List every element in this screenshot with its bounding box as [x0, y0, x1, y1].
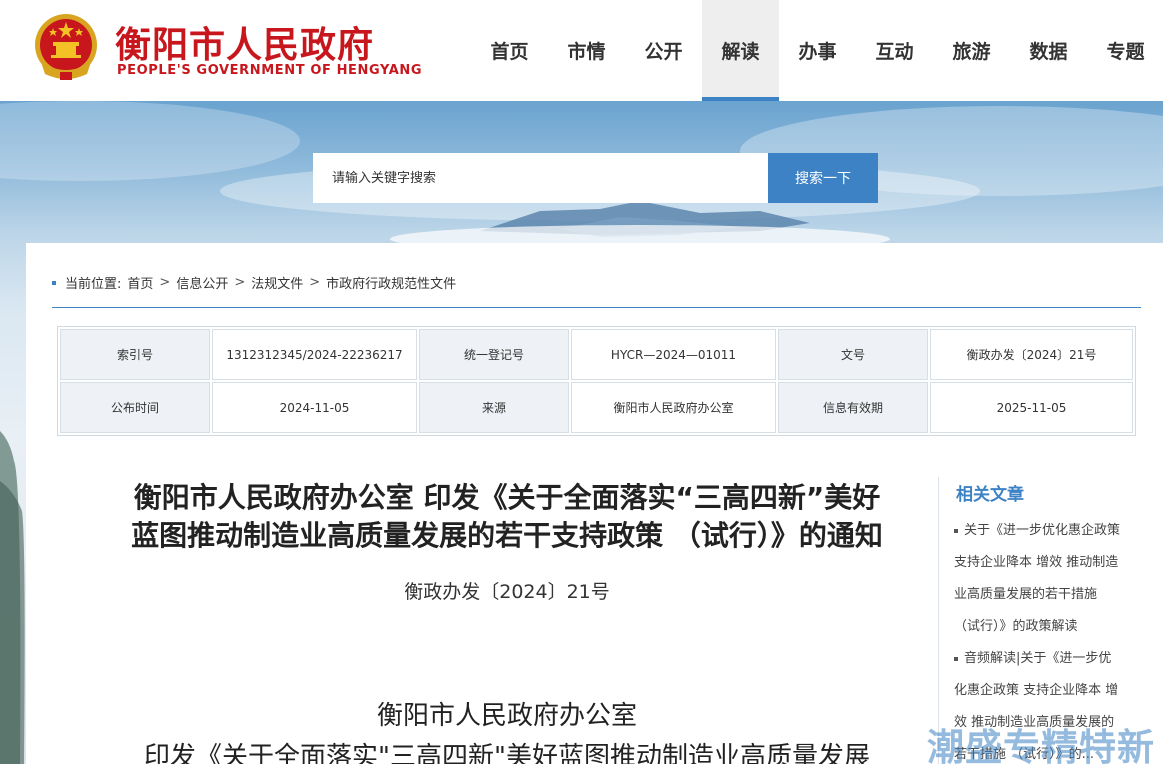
document-meta-table: 索引号 1312312345/2024-22236217 统一登记号 HYCR—…	[57, 326, 1136, 436]
nav-city-info[interactable]: 市情	[548, 0, 625, 101]
site-title: 衡阳市人民政府	[115, 25, 375, 66]
site-subtitle: PEOPLE'S GOVERNMENT OF HENGYANG	[117, 63, 423, 78]
nav-interaction[interactable]: 互动	[856, 0, 933, 101]
breadcrumb-link-info-public[interactable]: 信息公开	[176, 273, 228, 292]
table-row: 索引号 1312312345/2024-22236217 统一登记号 HYCR—…	[60, 329, 1133, 380]
meta-value-validity: 2025-11-05	[930, 382, 1133, 433]
watermark-text: 潮盛专精特新	[927, 726, 1155, 764]
meta-value-publish-date: 2024-11-05	[212, 382, 417, 433]
nav-public[interactable]: 公开	[625, 0, 702, 101]
related-article-line: 关于《进一步优化惠企政策	[964, 523, 1121, 538]
site-header: 衡阳市人民政府 PEOPLE'S GOVERNMENT OF HENGYANG …	[0, 0, 1163, 101]
article-title: 衡阳市人民政府办公室 印发《关于全面落实“三高四新”美好 蓝图推动制造业高质量发…	[82, 479, 932, 555]
related-articles-title: 相关文章	[956, 485, 1024, 505]
breadcrumb-marker-icon	[52, 280, 56, 285]
table-row: 公布时间 2024-11-05 来源 衡阳市人民政府办公室 信息有效期 2025…	[60, 382, 1133, 433]
content-card: 当前位置: 首页 > 信息公开 > 法规文件 > 市政府行政规范性文件 索引号 …	[26, 243, 1163, 764]
breadcrumb-link-regulations[interactable]: 法规文件	[251, 273, 303, 292]
meta-label-source: 来源	[419, 382, 569, 433]
bullet-icon	[954, 656, 958, 661]
related-article-line: （试行）》的政策解读	[954, 619, 1078, 634]
meta-value-doc-number: 衡政办发〔2024〕21号	[930, 329, 1133, 380]
nav-tourism[interactable]: 旅游	[933, 0, 1010, 101]
related-article-line: 业高质量发展的若干措施	[954, 587, 1098, 602]
related-article-item[interactable]: 关于《进一步优化惠企政策 支持企业降本 增效 推动制造 业高质量发展的若干措施 …	[954, 515, 1139, 643]
breadcrumb-link-normative-docs[interactable]: 市政府行政规范性文件	[326, 273, 456, 292]
bullet-icon	[954, 528, 958, 533]
meta-value-source: 衡阳市人民政府办公室	[571, 382, 776, 433]
nav-home[interactable]: 首页	[471, 0, 548, 101]
national-emblem-icon	[35, 14, 97, 80]
chevron-right-icon: >	[309, 275, 321, 290]
breadcrumb-prefix: 当前位置:	[65, 277, 122, 292]
breadcrumb-link-home[interactable]: 首页	[127, 273, 153, 292]
article-doc-number: 衡政办发〔2024〕21号	[404, 581, 610, 603]
chevron-right-icon: >	[234, 275, 246, 290]
search-input[interactable]	[313, 153, 768, 203]
related-article-line: 音频解读|关于《进一步优	[964, 651, 1112, 666]
meta-value-index: 1312312345/2024-22236217	[212, 329, 417, 380]
nav-data[interactable]: 数据	[1010, 0, 1087, 101]
nav-interpretation[interactable]: 解读	[702, 0, 779, 101]
breadcrumb: 当前位置: 首页 > 信息公开 > 法规文件 > 市政府行政规范性文件	[52, 273, 456, 292]
article-title-line-1: 衡阳市人民政府办公室 印发《关于全面落实“三高四新”美好	[133, 481, 881, 514]
meta-label-index: 索引号	[60, 329, 210, 380]
meta-label-registration: 统一登记号	[419, 329, 569, 380]
meta-value-registration: HYCR—2024—01011	[571, 329, 776, 380]
main-nav: 首页 市情 公开 解读 办事 互动 旅游 数据 专题	[471, 0, 1163, 101]
search-button[interactable]: 搜索一下	[768, 153, 878, 203]
meta-label-publish-date: 公布时间	[60, 382, 210, 433]
meta-label-validity: 信息有效期	[778, 382, 928, 433]
nav-services[interactable]: 办事	[779, 0, 856, 101]
meta-label-doc-number: 文号	[778, 329, 928, 380]
related-article-line: 支持企业降本 增效 推动制造	[954, 555, 1119, 570]
related-article-line: 化惠企政策 支持企业降本 增	[954, 683, 1119, 698]
breadcrumb-divider	[52, 307, 1141, 308]
article-title-line-2: 蓝图推动制造业高质量发展的若干支持政策 （试行）》的通知	[131, 519, 883, 552]
article-body-issuer: 衡阳市人民政府办公室	[376, 701, 637, 731]
article-body-title: 印发《关于全面落实"三高四新"美好蓝图推动制造业高质量发展	[144, 742, 870, 764]
chevron-right-icon: >	[159, 275, 171, 290]
nav-topics[interactable]: 专题	[1087, 0, 1163, 101]
